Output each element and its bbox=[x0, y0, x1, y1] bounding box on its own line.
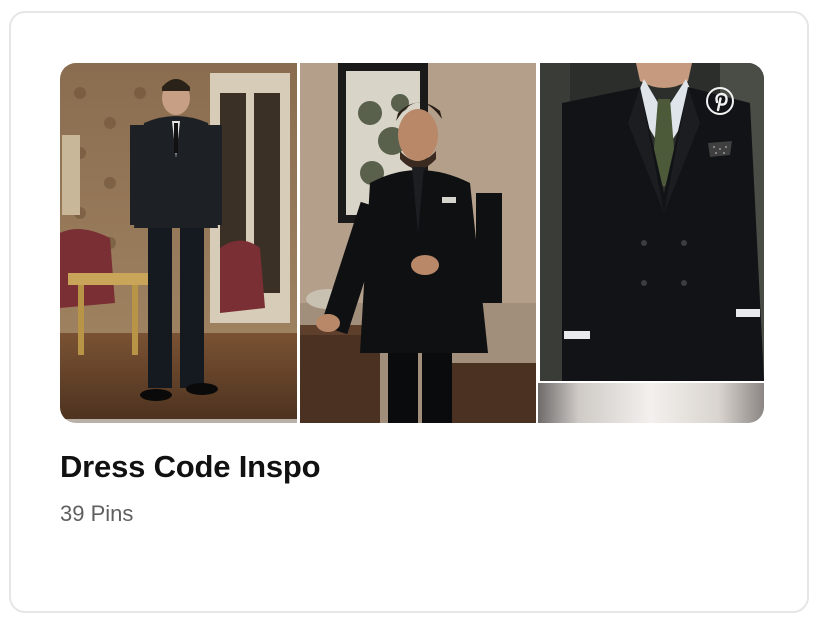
pin-image-3[interactable] bbox=[540, 63, 764, 381]
pin-image-1-graphic bbox=[60, 63, 297, 419]
board-card[interactable]: Dress Code Inspo 39 Pins bbox=[9, 11, 809, 613]
pin-image-2[interactable] bbox=[300, 63, 536, 423]
board-cover-collage[interactable] bbox=[60, 63, 764, 423]
pin-image-4[interactable] bbox=[538, 383, 764, 423]
board-pin-count: 39 Pins bbox=[60, 501, 134, 526]
board-title[interactable]: Dress Code Inspo bbox=[60, 449, 321, 485]
pin-image-1[interactable] bbox=[60, 63, 297, 419]
pin-image-2-graphic bbox=[300, 63, 536, 423]
pin-image-1-edge bbox=[60, 419, 297, 423]
pinterest-logo-icon bbox=[706, 87, 734, 115]
